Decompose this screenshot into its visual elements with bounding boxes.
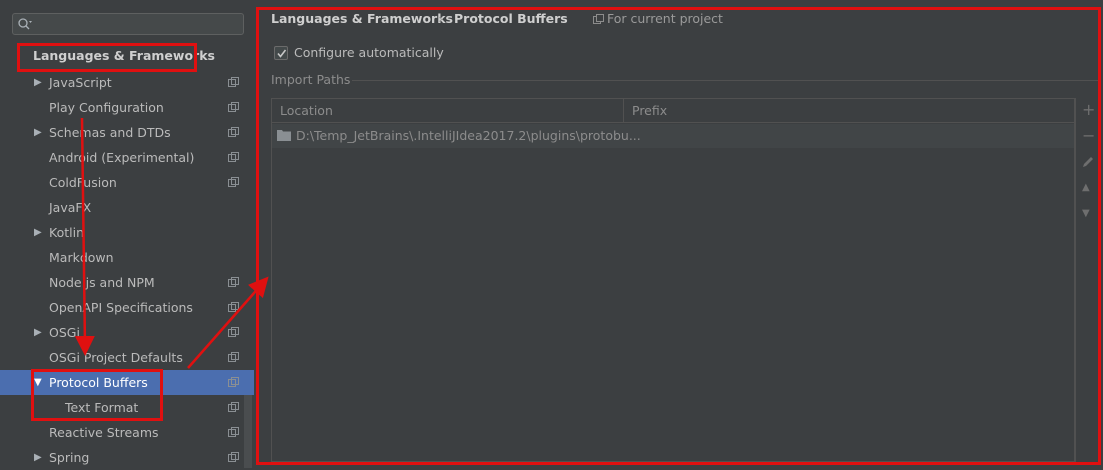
arrow-down [74,117,95,356]
arrow-to-panel [187,276,269,369]
annotation-arrows [74,117,269,369]
